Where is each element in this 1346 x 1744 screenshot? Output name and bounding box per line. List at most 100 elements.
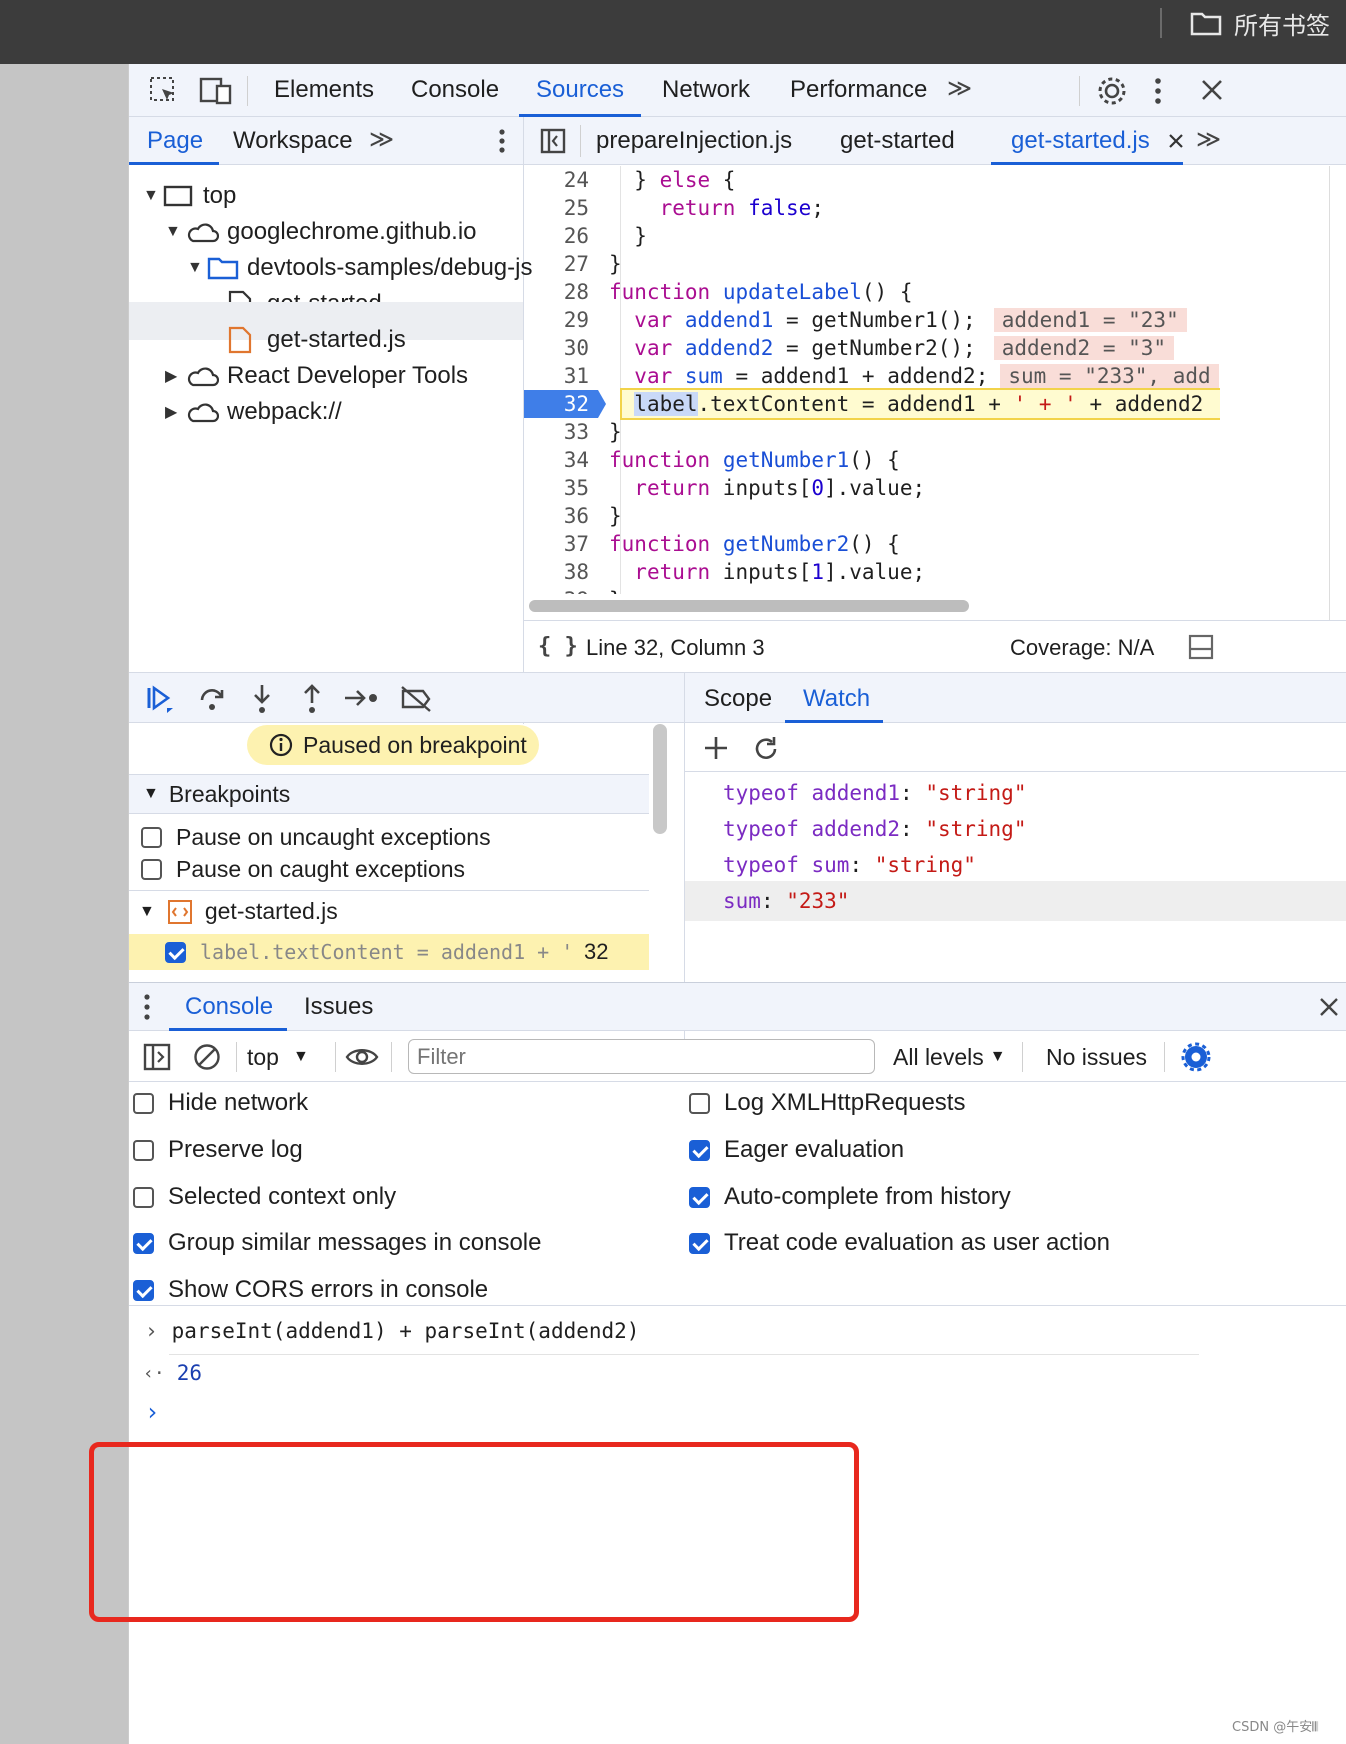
tab-page[interactable]: Page [147, 127, 203, 155]
tree-item-folder[interactable]: ▼ devtools-samples/debug-js [187, 248, 532, 288]
console-prompt[interactable]: › [145, 1398, 1335, 1438]
line-number[interactable]: 27 [524, 252, 609, 276]
pretty-print-icon[interactable]: { } [538, 634, 578, 659]
step-over-icon[interactable] [197, 684, 227, 714]
line-number[interactable]: 32 [524, 392, 609, 416]
tab-performance[interactable]: Performance [790, 76, 927, 104]
breakpoints-header[interactable]: ▼ Breakpoints [129, 774, 649, 814]
toggle-debugger-icon[interactable] [1188, 634, 1214, 660]
tab-elements[interactable]: Elements [274, 76, 374, 104]
checkbox[interactable] [141, 827, 162, 848]
expand-arrow-icon[interactable]: ▼ [187, 259, 207, 277]
drawer-tab-console[interactable]: Console [185, 993, 273, 1021]
tree-item-webpack[interactable]: ▶ webpack:// [165, 392, 342, 432]
tab-network[interactable]: Network [662, 76, 750, 104]
log-levels-dropdown[interactable]: All levels ▼ [893, 1042, 1006, 1072]
line-number[interactable]: 30 [524, 336, 609, 360]
setting-show-cors[interactable]: Show CORS errors in console [133, 1276, 488, 1304]
eye-icon[interactable] [345, 1044, 379, 1070]
expand-arrow-icon[interactable]: ▼ [165, 223, 185, 241]
line-number[interactable]: 31 [524, 364, 609, 388]
console-settings-icon[interactable] [1181, 1042, 1211, 1072]
tab-scope[interactable]: Scope [704, 685, 772, 713]
checkbox[interactable] [689, 1186, 710, 1208]
tree-item-file-selected[interactable]: get-started.js [227, 320, 406, 360]
drawer-menu-icon[interactable] [143, 993, 151, 1021]
collapse-arrow-icon[interactable]: ▶ [165, 402, 185, 422]
tree-item-top[interactable]: ▼ top [143, 176, 236, 216]
more-tabs-icon[interactable]: ≫ [1196, 125, 1221, 154]
line-number[interactable]: 37 [524, 532, 609, 556]
inspect-element-icon[interactable] [149, 76, 179, 106]
refresh-icon[interactable] [751, 734, 781, 764]
step-into-icon[interactable] [249, 683, 275, 715]
line-number[interactable]: 29 [524, 308, 609, 332]
setting-autocomplete[interactable]: Auto-complete from history [689, 1183, 1011, 1211]
line-number[interactable]: 34 [524, 448, 609, 472]
checkbox[interactable] [689, 1232, 710, 1254]
sidebar-toggle-icon[interactable] [143, 1043, 171, 1071]
line-number[interactable]: 28 [524, 280, 609, 304]
console-result[interactable]: ‹· 26 [143, 1361, 202, 1385]
checkbox[interactable] [133, 1139, 154, 1161]
breakpoint-file-group[interactable]: ▼ get-started.js [139, 898, 338, 925]
setting-selected-context[interactable]: Selected context only [133, 1183, 396, 1211]
editor-tab-prepareinjection[interactable]: prepareInjection.js [596, 127, 792, 155]
close-tab-icon[interactable] [1168, 133, 1184, 149]
context-selector[interactable]: top ▼ [247, 1042, 309, 1072]
setting-preserve-log[interactable]: Preserve log [133, 1136, 303, 1164]
watch-item[interactable]: typeof addend2: "string" [685, 809, 1245, 849]
tree-item-origin[interactable]: ▼ googlechrome.github.io [165, 212, 477, 252]
pause-uncaught-option[interactable]: Pause on uncaught exceptions [141, 824, 491, 851]
close-drawer-icon[interactable] [1319, 997, 1339, 1017]
expand-arrow-icon[interactable]: ▼ [143, 187, 163, 205]
step-icon[interactable] [343, 685, 379, 711]
deactivate-breakpoints-icon[interactable] [399, 685, 433, 713]
setting-log-xhr[interactable]: Log XMLHttpRequests [689, 1089, 965, 1117]
line-number[interactable]: 25 [524, 196, 609, 220]
pause-caught-option[interactable]: Pause on caught exceptions [141, 856, 465, 883]
add-expression-icon[interactable] [703, 735, 729, 761]
tree-item-extension[interactable]: ▶ React Developer Tools [165, 356, 468, 396]
line-number[interactable]: 26 [524, 224, 609, 248]
all-bookmarks-button[interactable]: 所有书签 [1190, 4, 1330, 42]
tab-workspace[interactable]: Workspace [233, 127, 353, 155]
more-tabs-icon[interactable]: ≫ [947, 74, 972, 103]
horizontal-scrollbar-thumb[interactable] [529, 600, 969, 612]
filter-input[interactable] [408, 1039, 875, 1074]
tab-console[interactable]: Console [411, 76, 499, 104]
setting-user-action[interactable]: Treat code evaluation as user action [689, 1229, 1110, 1257]
setting-group-similar[interactable]: Group similar messages in console [133, 1229, 542, 1257]
editor-tab-get-started[interactable]: get-started [840, 127, 955, 155]
checkbox[interactable] [133, 1279, 154, 1301]
gear-icon[interactable] [1096, 75, 1128, 107]
breakpoint-checkbox[interactable] [165, 941, 186, 963]
line-number[interactable]: 35 [524, 476, 609, 500]
line-number[interactable]: 38 [524, 560, 609, 584]
console-input-echo[interactable]: › parseInt(addend1) + parseInt(addend2) [145, 1319, 639, 1343]
device-toolbar-icon[interactable] [199, 76, 233, 106]
collapse-arrow-icon[interactable]: ▶ [165, 366, 185, 386]
checkbox[interactable] [133, 1092, 154, 1114]
editor-tab-get-started-js[interactable]: get-started.js [1011, 127, 1150, 155]
kebab-menu-icon[interactable] [1153, 76, 1163, 106]
checkbox[interactable] [133, 1232, 154, 1254]
checkbox[interactable] [689, 1139, 710, 1161]
line-number[interactable]: 36 [524, 504, 609, 528]
close-icon[interactable] [1201, 79, 1223, 101]
scrollbar-thumb[interactable] [653, 724, 667, 834]
tab-watch[interactable]: Watch [803, 685, 870, 713]
setting-eager-eval[interactable]: Eager evaluation [689, 1136, 904, 1164]
clear-console-icon[interactable] [193, 1043, 221, 1071]
tab-sources[interactable]: Sources [536, 76, 624, 104]
toggle-navigator-icon[interactable] [540, 128, 566, 154]
drawer-tab-issues[interactable]: Issues [304, 993, 373, 1021]
watch-item[interactable]: typeof addend1: "string" [685, 773, 1245, 813]
vertical-scrollbar[interactable] [1329, 166, 1346, 658]
resume-icon[interactable] [145, 684, 175, 714]
watch-item[interactable]: sum: "233" [685, 881, 1346, 921]
checkbox[interactable] [141, 859, 162, 880]
step-out-icon[interactable] [299, 683, 325, 715]
code-editor[interactable]: 24 } else { 25 return false; 26 } 27} 28… [524, 166, 1346, 666]
checkbox[interactable] [689, 1092, 710, 1114]
